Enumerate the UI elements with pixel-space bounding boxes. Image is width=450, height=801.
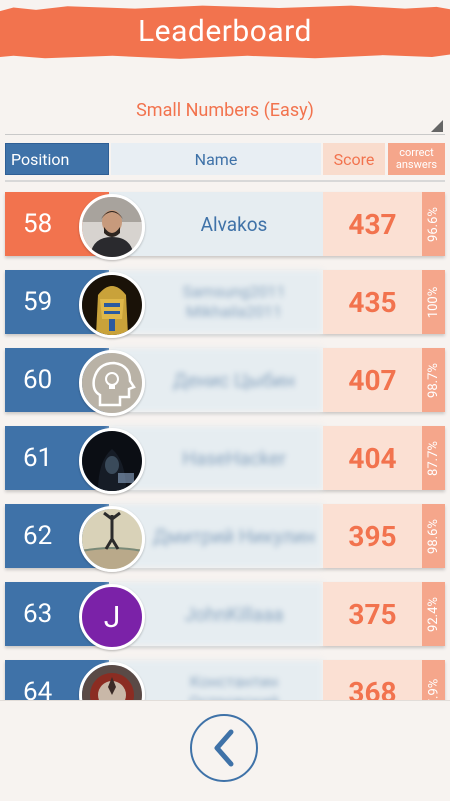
head-lightbulb-avatar[interactable]: [79, 350, 145, 416]
row-correct-value: 98.6%: [426, 518, 441, 554]
row-correct-value: 7.9%: [426, 678, 441, 700]
row-correct-answers: 7.9%: [422, 660, 445, 700]
row-correct-answers: 92.4%: [422, 582, 445, 646]
row-score: 404: [323, 426, 422, 490]
row-score: 368: [323, 660, 422, 700]
column-correct-answers-line2: answers: [395, 158, 438, 171]
row-score: 437: [323, 192, 422, 256]
header-divider: [5, 180, 445, 182]
pharaoh-avatar[interactable]: [79, 272, 145, 338]
row-score: 375: [323, 582, 422, 646]
leaderboard-row[interactable]: 64 Константин Островский 368 7.9%: [5, 660, 445, 700]
letter-j-avatar[interactable]: J: [79, 584, 145, 650]
column-score: Score: [323, 143, 385, 175]
dropdown-caret-icon: [431, 120, 443, 132]
mode-dropdown[interactable]: Small Numbers (Easy): [5, 84, 445, 135]
row-score: 407: [323, 348, 422, 412]
dark-portrait-avatar[interactable]: [79, 428, 145, 494]
row-correct-value: 96.6%: [426, 206, 441, 242]
row-correct-answers: 98.7%: [422, 348, 445, 412]
row-correct-answers: 98.6%: [422, 504, 445, 568]
leaderboard-row[interactable]: 62 Дмитрий Никулин 395 98.6%: [5, 504, 445, 572]
leaderboard-row[interactable]: 58 Alvakos 437 96.6%: [5, 192, 445, 260]
mode-dropdown-value: Small Numbers (Easy): [136, 100, 314, 121]
handstand-avatar[interactable]: [79, 506, 145, 572]
page-title: Leaderboard: [138, 14, 312, 49]
row-correct-value: 98.7%: [426, 362, 441, 398]
back-button[interactable]: [190, 714, 258, 782]
leaderboard-row[interactable]: 60 Денис Цыбин 407 98.7%: [5, 348, 445, 416]
row-correct-value: 87.7%: [426, 440, 441, 476]
leaderboard-row[interactable]: 59 Samsung2011 Mikhaila2011 435 100%: [5, 270, 445, 338]
row-correct-answers: 100%: [422, 270, 445, 334]
column-correct-answers: correct answers: [388, 143, 445, 175]
photo-avatar[interactable]: [79, 194, 145, 260]
row-correct-value: 92.4%: [426, 596, 441, 632]
column-headers: Position Name Score correct answers: [5, 143, 445, 175]
row-score: 435: [323, 270, 422, 334]
avatar-letter: J: [103, 599, 121, 635]
footer: [0, 700, 450, 801]
row-score: 395: [323, 504, 422, 568]
leaderboard-list[interactable]: 58 Alvakos 437 96.6% 59 Samsung2011 Mikh…: [0, 190, 450, 700]
leaderboard-row[interactable]: 63 JohnKillaaa 375 92.4% J: [5, 582, 445, 650]
column-position: Position: [5, 143, 109, 175]
leaderboard-row[interactable]: 61 HaseHacker 404 87.7%: [5, 426, 445, 494]
row-correct-answers: 87.7%: [422, 426, 445, 490]
column-name: Name: [111, 143, 321, 175]
row-correct-answers: 96.6%: [422, 192, 445, 256]
row-correct-value: 100%: [426, 286, 442, 318]
chevron-left-icon: [214, 729, 234, 767]
